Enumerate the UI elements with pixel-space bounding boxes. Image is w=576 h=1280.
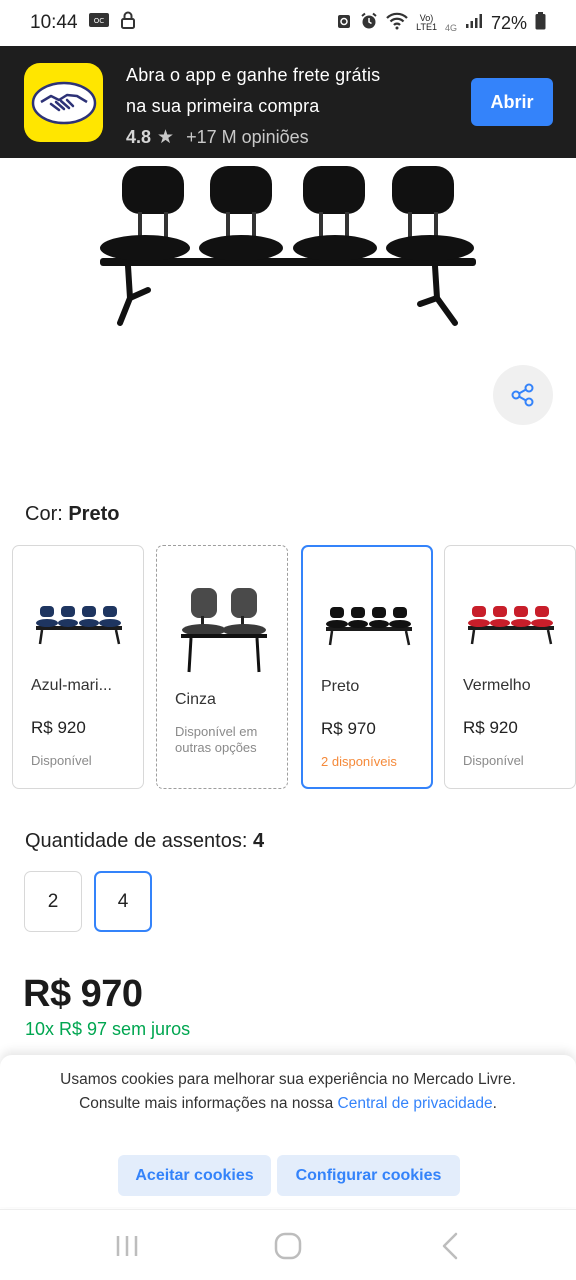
banner-text: Abra o app e ganhe frete grátis na sua p… [126, 60, 446, 149]
product-image[interactable] [90, 158, 490, 338]
battery-icon [535, 11, 546, 35]
variant-name: Cinza [175, 691, 216, 708]
color-option-vermelho[interactable]: Vermelho R$ 920 Disponível [444, 545, 576, 789]
app-install-banner: Abra o app e ganhe frete grátis na sua p… [0, 46, 576, 158]
variant-thumbnail [27, 576, 131, 676]
variant-status: Disponível em outras opções [175, 724, 258, 755]
cookie-message: Usamos cookies para melhorar sua experiê… [40, 1068, 536, 1116]
recent-apps-icon [116, 1236, 138, 1256]
home-icon [274, 1232, 302, 1260]
system-navigation-bar [0, 1209, 576, 1280]
selected-quantity: 4 [252, 830, 265, 852]
variant-price: R$ 970 [321, 719, 376, 738]
variant-name: Vermelho [463, 677, 531, 694]
battery-percent: 72% [490, 12, 527, 33]
installments-text: 10x R$ 97 sem juros [25, 1019, 191, 1039]
svg-text:OC: OC [93, 17, 104, 25]
wifi-icon [386, 12, 408, 35]
volte-indicator: Vo) LTE1 [416, 14, 437, 32]
share-button[interactable] [493, 365, 553, 425]
recent-apps-button[interactable] [107, 1230, 147, 1262]
cookie-text-end: . [492, 1095, 497, 1112]
status-bar: 10:44 OC Vo) LTE1 4G 72% [0, 0, 576, 46]
variant-name: Preto [321, 678, 360, 695]
open-app-button[interactable]: Abrir [471, 78, 553, 126]
variant-price: R$ 920 [463, 718, 518, 737]
quantity-label: Quantidade de assentos: 4 [25, 830, 264, 853]
cookie-banner: Usamos cookies para melhorar sua experiê… [0, 1055, 576, 1207]
variant-name: Azul-mari... [31, 677, 112, 694]
variant-thumbnail [171, 580, 275, 680]
lte-label: LTE1 [416, 22, 437, 32]
variant-price: R$ 920 [31, 718, 86, 737]
banner-line-1: Abra o app e ganhe frete grátis [126, 65, 381, 85]
product-price: R$ 970 [23, 973, 143, 1015]
variant-status: Disponível [463, 753, 524, 768]
nfc-icon: OC [88, 12, 110, 34]
rating-value: 4.8 [126, 127, 152, 147]
banner-rating: 4.8 ★ +17 M opiniões [126, 126, 446, 149]
color-option-cinza[interactable]: Cinza Disponível em outras opções [156, 545, 288, 789]
mercado-livre-logo [24, 63, 103, 142]
color-label-prefix: Cor: [25, 503, 69, 525]
variant-thumbnail [317, 577, 421, 677]
accept-cookies-button[interactable]: Aceitar cookies [118, 1155, 271, 1196]
signal-icon [465, 13, 483, 34]
banner-line-2: na sua primeira compra [126, 96, 320, 116]
alarm-icon [360, 12, 378, 35]
back-button[interactable] [430, 1230, 470, 1262]
selected-color: Preto [68, 503, 120, 525]
configure-cookies-button[interactable]: Configurar cookies [277, 1155, 460, 1196]
back-icon [442, 1232, 458, 1260]
privacy-center-link[interactable]: Central de privacidade [338, 1095, 493, 1112]
variant-status: 2 disponíveis [321, 754, 397, 769]
status-time: 10:44 [30, 12, 78, 33]
share-icon [511, 383, 534, 407]
color-option-azul[interactable]: Azul-mari... R$ 920 Disponível [12, 545, 144, 789]
star-icon: ★ [157, 127, 175, 148]
home-button[interactable] [268, 1230, 308, 1262]
variant-status: Disponível [31, 753, 92, 768]
lock-icon [120, 11, 136, 35]
color-option-preto[interactable]: Preto R$ 970 2 disponíveis [301, 545, 433, 789]
review-count: +17 M opiniões [186, 127, 309, 147]
color-label: Cor: Preto [25, 503, 119, 526]
quantity-option-2[interactable]: 2 [24, 871, 82, 932]
network-type: 4G [444, 22, 457, 33]
quantity-label-prefix: Quantidade de assentos: [25, 830, 253, 852]
quantity-option-4[interactable]: 4 [94, 871, 152, 932]
variant-thumbnail [459, 576, 563, 676]
sync-icon [336, 12, 352, 35]
